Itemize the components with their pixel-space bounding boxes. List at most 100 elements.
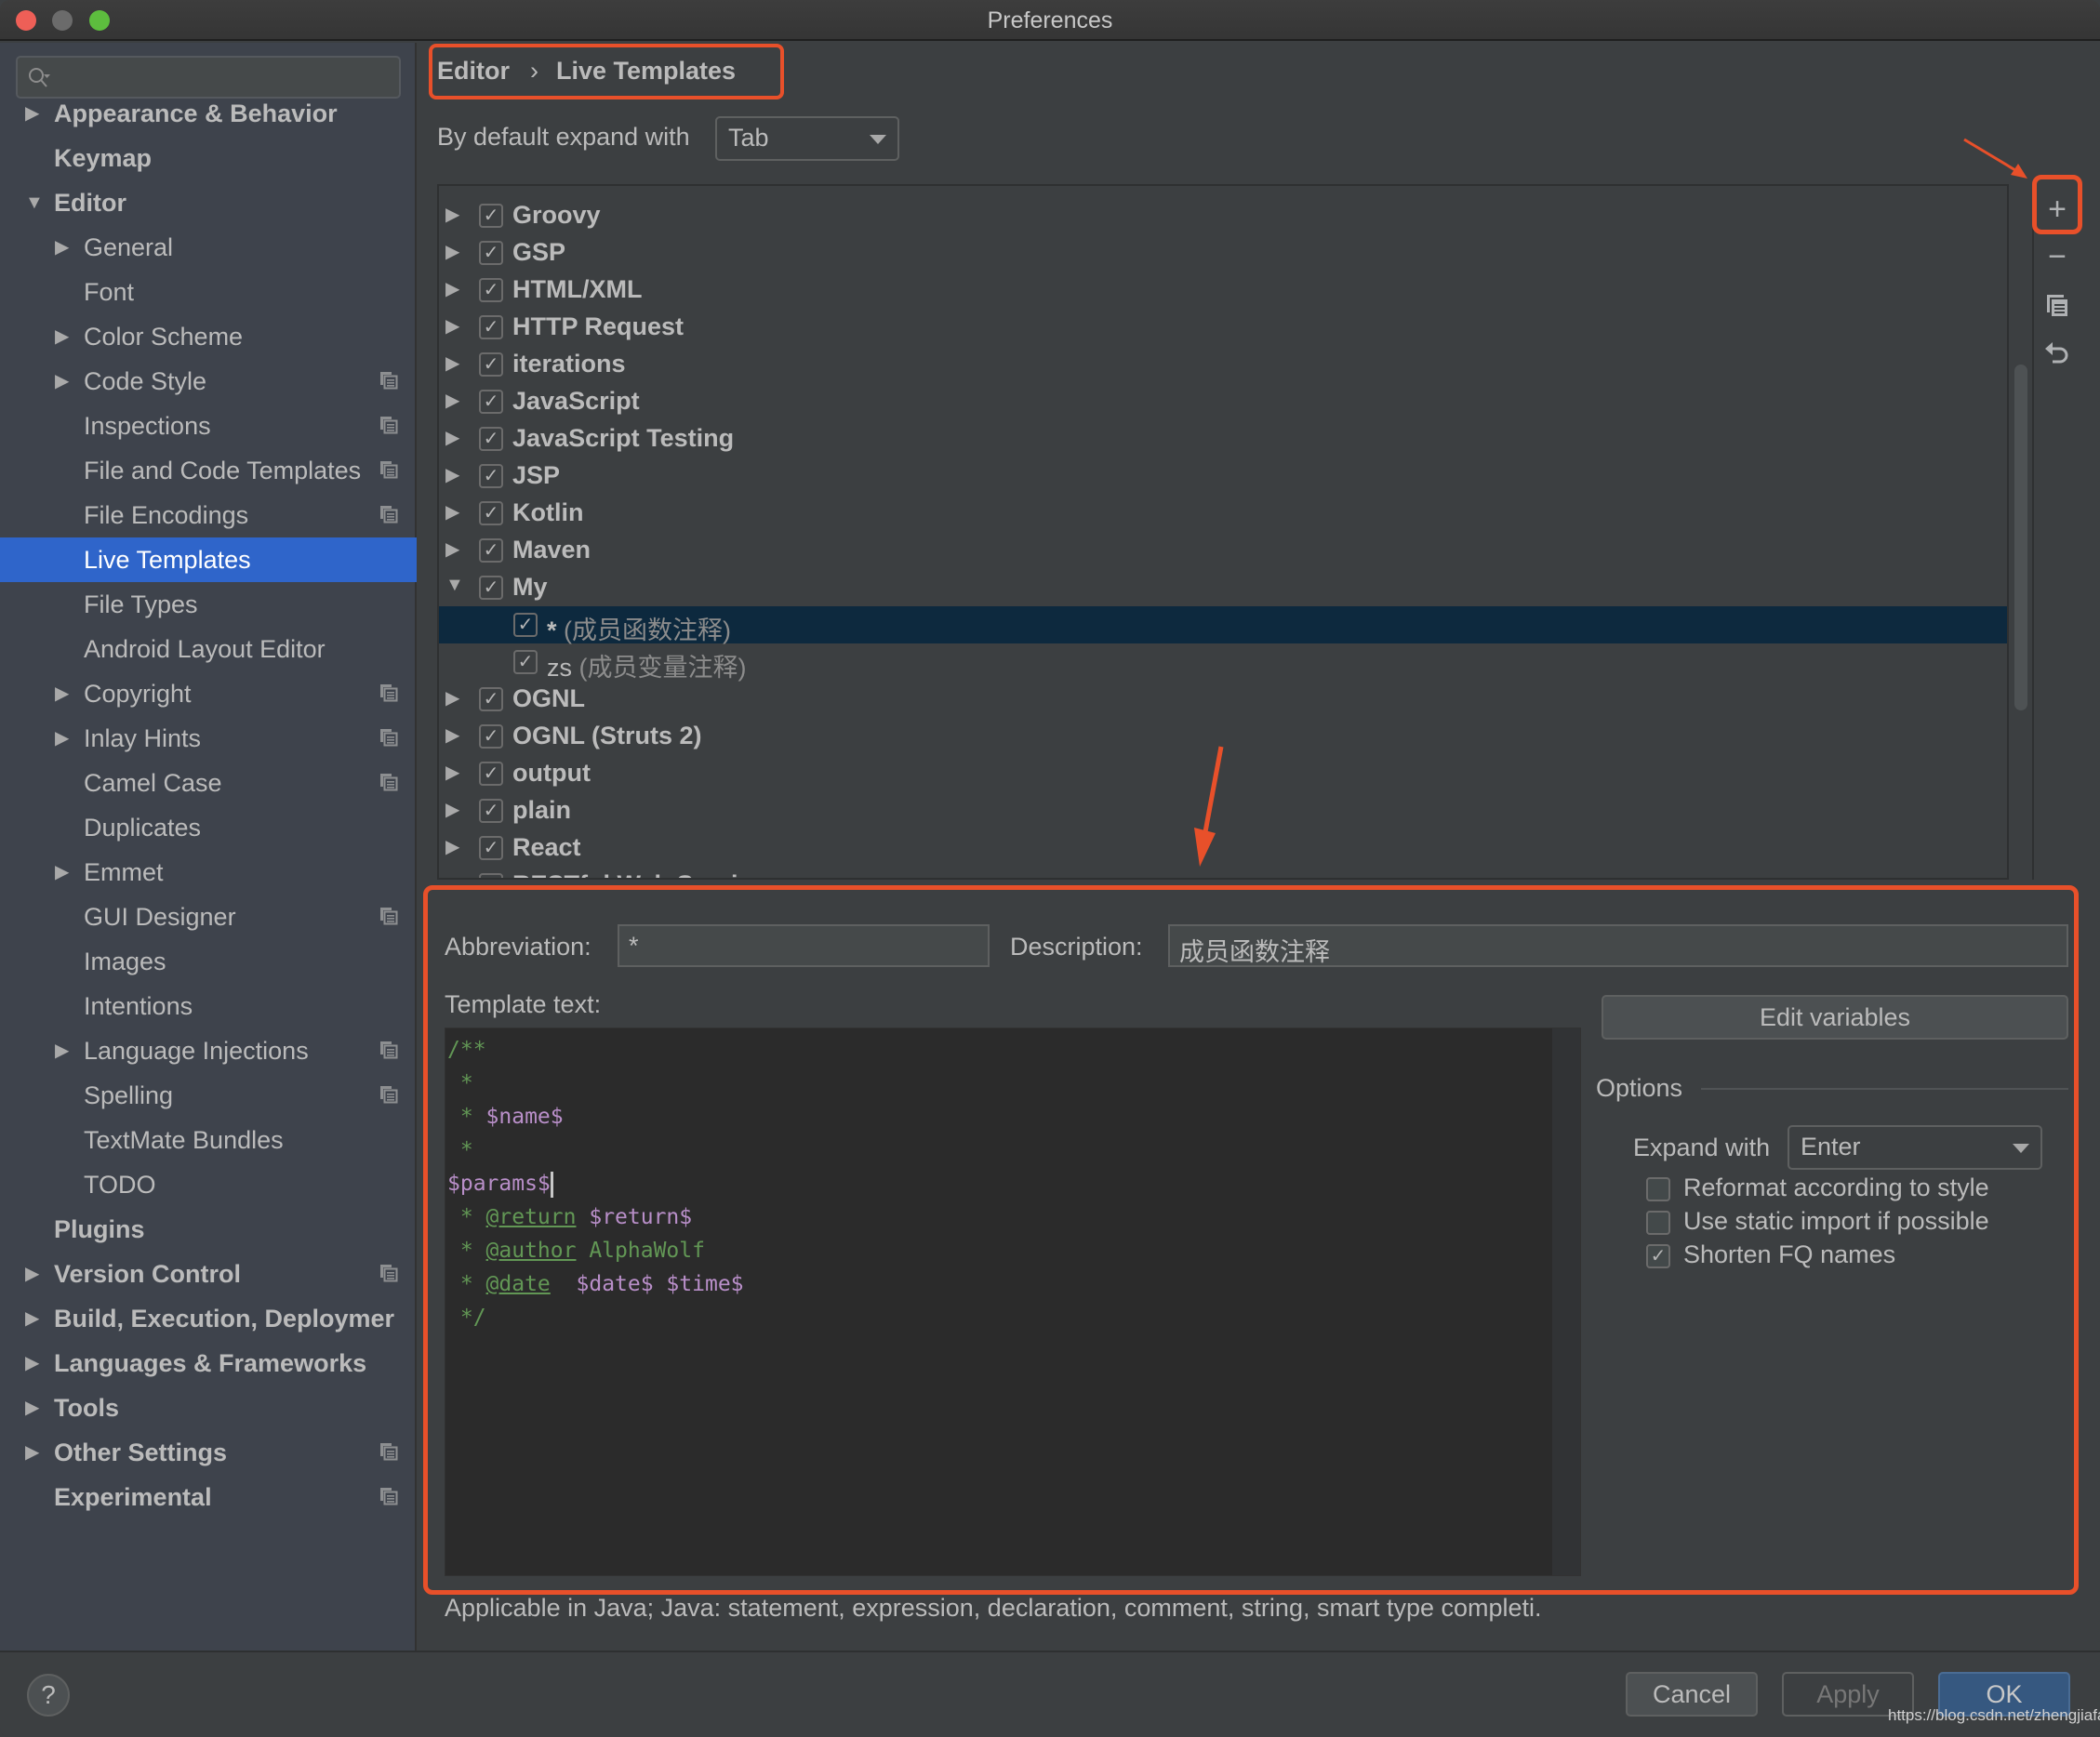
- sidebar-item-other-settings[interactable]: ▶ Other Settings: [0, 1430, 417, 1475]
- checkbox[interactable]: ✓: [513, 613, 538, 637]
- sidebar-item-language-injections[interactable]: ▶ Language Injections: [0, 1028, 417, 1073]
- triangle-right-icon[interactable]: ▶: [55, 1028, 69, 1073]
- sidebar-item-keymap[interactable]: Keymap: [0, 136, 417, 180]
- tree-scrollbar[interactable]: [2014, 365, 2027, 710]
- sidebar-item-appearance-behavior[interactable]: ▶ Appearance & Behavior: [0, 91, 417, 136]
- triangle-right-icon[interactable]: ▶: [445, 761, 459, 784]
- sidebar-item-spelling[interactable]: Spelling: [0, 1073, 417, 1118]
- checkbox[interactable]: ✓: [479, 687, 503, 711]
- sidebar-item-camel-case[interactable]: Camel Case: [0, 761, 417, 805]
- triangle-right-icon[interactable]: ▶: [55, 671, 69, 716]
- description-input[interactable]: 成员函数注释: [1168, 924, 2068, 967]
- checkbox[interactable]: ✓: [479, 204, 503, 228]
- option-checkbox[interactable]: ✓: [1646, 1244, 1670, 1268]
- checkbox[interactable]: ✓: [479, 352, 503, 377]
- sidebar-item-version-control[interactable]: ▶ Version Control: [0, 1252, 417, 1296]
- cancel-button[interactable]: Cancel: [1626, 1672, 1758, 1717]
- template-group-row[interactable]: ▶ ✓ HTML/XML: [439, 272, 2007, 309]
- triangle-down-icon[interactable]: ▼: [445, 575, 464, 596]
- checkbox[interactable]: ✓: [479, 315, 503, 339]
- checkbox[interactable]: ✓: [479, 278, 503, 302]
- triangle-right-icon[interactable]: ▶: [25, 1430, 39, 1475]
- triangle-right-icon[interactable]: ▶: [445, 240, 459, 263]
- triangle-right-icon[interactable]: ▶: [55, 314, 69, 359]
- triangle-right-icon[interactable]: ▶: [55, 225, 69, 270]
- template-text-editor[interactable]: /** * * $name$ * $params$ * @return $retu…: [445, 1028, 1581, 1576]
- option-label[interactable]: Use static import if possible: [1683, 1207, 1989, 1236]
- template-group-row[interactable]: ▶ ✓ OGNL: [439, 681, 2007, 718]
- edit-variables-button[interactable]: Edit variables: [1602, 995, 2068, 1040]
- checkbox[interactable]: ✓: [479, 390, 503, 414]
- sidebar-item-todo[interactable]: TODO: [0, 1162, 417, 1207]
- default-expand-select[interactable]: Tab: [715, 116, 899, 161]
- triangle-right-icon[interactable]: ▶: [55, 359, 69, 404]
- option-label[interactable]: Shorten FQ names: [1683, 1240, 1895, 1269]
- checkbox[interactable]: ✓: [479, 538, 503, 563]
- triangle-right-icon[interactable]: ▶: [445, 426, 459, 449]
- triangle-right-icon[interactable]: ▶: [445, 500, 459, 524]
- sidebar-item-plugins[interactable]: Plugins: [0, 1207, 417, 1252]
- triangle-right-icon[interactable]: ▶: [25, 1341, 39, 1386]
- triangle-right-icon[interactable]: ▶: [25, 1252, 39, 1296]
- copy-template-button[interactable]: [2037, 285, 2078, 325]
- checkbox[interactable]: ✓: [479, 836, 503, 860]
- triangle-right-icon[interactable]: ▶: [445, 351, 459, 375]
- checkbox[interactable]: ✓: [513, 650, 538, 674]
- triangle-right-icon[interactable]: ▶: [55, 850, 69, 895]
- triangle-right-icon[interactable]: ▶: [445, 872, 459, 878]
- sidebar-item-color-scheme[interactable]: ▶ Color Scheme: [0, 314, 417, 359]
- sidebar-item-android-layout-editor[interactable]: Android Layout Editor: [0, 627, 417, 671]
- checkbox[interactable]: ✓: [479, 501, 503, 525]
- checkbox[interactable]: ✓: [479, 576, 503, 600]
- sidebar-item-textmate-bundles[interactable]: TextMate Bundles: [0, 1118, 417, 1162]
- triangle-right-icon[interactable]: ▶: [445, 686, 459, 709]
- checkbox[interactable]: ✓: [479, 873, 503, 878]
- option-label[interactable]: Reformat according to style: [1683, 1173, 1989, 1202]
- triangle-right-icon[interactable]: ▶: [25, 91, 39, 136]
- checkbox[interactable]: ✓: [479, 762, 503, 786]
- template-group-row[interactable]: ▶ ✓ JavaScript: [439, 383, 2007, 420]
- sidebar-item-experimental[interactable]: Experimental: [0, 1475, 417, 1519]
- sidebar-item-editor[interactable]: ▼ Editor: [0, 180, 417, 225]
- sidebar-item-file-encodings[interactable]: File Encodings: [0, 493, 417, 537]
- template-group-row[interactable]: ▶ ✓ Kotlin: [439, 495, 2007, 532]
- checkbox[interactable]: ✓: [479, 724, 503, 749]
- triangle-right-icon[interactable]: ▶: [445, 314, 459, 338]
- option-checkbox[interactable]: [1646, 1177, 1670, 1201]
- sidebar-item-tools[interactable]: ▶ Tools: [0, 1386, 417, 1430]
- triangle-right-icon[interactable]: ▶: [445, 463, 459, 486]
- template-row[interactable]: ✓ zs (成员变量注释): [439, 643, 2007, 682]
- expand-with-select[interactable]: Enter: [1788, 1125, 2042, 1170]
- sidebar-item-gui-designer[interactable]: GUI Designer: [0, 895, 417, 939]
- triangle-right-icon[interactable]: ▶: [445, 835, 459, 858]
- sidebar-item-images[interactable]: Images: [0, 939, 417, 984]
- checkbox[interactable]: ✓: [479, 799, 503, 823]
- template-group-row[interactable]: ▶ ✓ GSP: [439, 234, 2007, 272]
- remove-template-button[interactable]: −: [2037, 236, 2078, 277]
- template-group-row[interactable]: ▶ ✓ Groovy: [439, 197, 2007, 234]
- abbreviation-input[interactable]: *: [618, 924, 990, 967]
- sidebar-item-intentions[interactable]: Intentions: [0, 984, 417, 1028]
- sidebar-item-duplicates[interactable]: Duplicates: [0, 805, 417, 850]
- sidebar-item-file-types[interactable]: File Types: [0, 582, 417, 627]
- template-group-row[interactable]: ▶ ✓ Maven: [439, 532, 2007, 569]
- triangle-down-icon[interactable]: ▼: [25, 180, 44, 225]
- triangle-right-icon[interactable]: ▶: [445, 798, 459, 821]
- sidebar-item-build-execution-deploymer[interactable]: ▶ Build, Execution, Deploymer: [0, 1296, 417, 1341]
- sidebar-item-font[interactable]: Font: [0, 270, 417, 314]
- template-group-row[interactable]: ▶ ✓ iterations: [439, 346, 2007, 383]
- help-button[interactable]: ?: [27, 1674, 70, 1717]
- sidebar-item-emmet[interactable]: ▶ Emmet: [0, 850, 417, 895]
- triangle-right-icon[interactable]: ▶: [25, 1296, 39, 1341]
- sidebar-item-copyright[interactable]: ▶ Copyright: [0, 671, 417, 716]
- checkbox[interactable]: ✓: [479, 241, 503, 265]
- triangle-right-icon[interactable]: ▶: [55, 716, 69, 761]
- sidebar-item-live-templates[interactable]: Live Templates: [0, 537, 417, 582]
- sidebar-item-inlay-hints[interactable]: ▶ Inlay Hints: [0, 716, 417, 761]
- sidebar-item-general[interactable]: ▶ General: [0, 225, 417, 270]
- editor-scrollbar[interactable]: [1552, 1028, 1580, 1575]
- sidebar-item-inspections[interactable]: Inspections: [0, 404, 417, 448]
- triangle-right-icon[interactable]: ▶: [25, 1386, 39, 1430]
- template-row[interactable]: ✓ * (成员函数注释): [439, 606, 2007, 644]
- triangle-right-icon[interactable]: ▶: [445, 537, 459, 561]
